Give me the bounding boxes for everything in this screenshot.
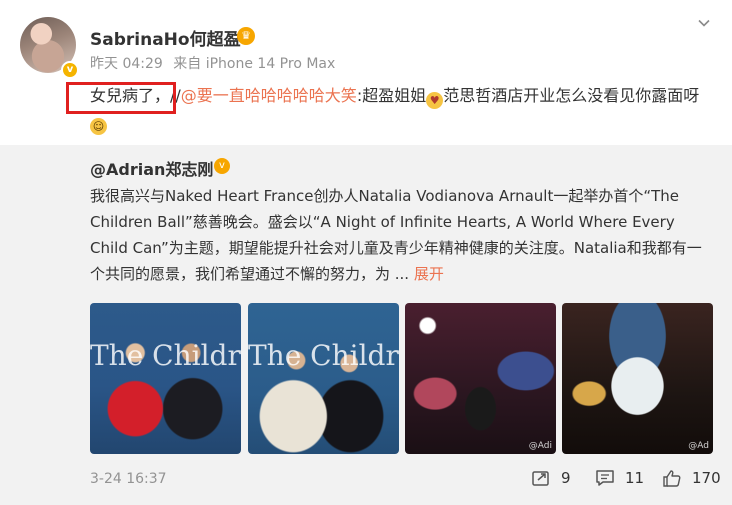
repost-photo-4[interactable]: @Ad bbox=[562, 303, 713, 454]
comment-count: 11 bbox=[625, 469, 645, 487]
photo-watermark: @Adi bbox=[528, 441, 552, 451]
chevron-down-icon[interactable] bbox=[697, 16, 711, 30]
grin-emoji-icon: ☺ bbox=[90, 118, 107, 135]
post-author[interactable]: SabrinaHo何超盈 bbox=[90, 25, 241, 50]
expand-link[interactable]: 展开 bbox=[414, 265, 444, 283]
post-time[interactable]: 昨天 04:29 bbox=[90, 56, 163, 72]
like-button[interactable]: 170 bbox=[662, 467, 721, 489]
repost-icon bbox=[532, 471, 549, 486]
like-icon bbox=[663, 470, 681, 487]
photo-watermark: @Ad bbox=[688, 441, 709, 451]
repost-button[interactable]: 9 bbox=[531, 467, 571, 489]
kiss-emoji-icon: ♥ bbox=[426, 92, 444, 109]
mention-link[interactable]: @要一直哈哈哈哈哈大笑 bbox=[181, 86, 357, 105]
post-text: 女兒病了，//@要一直哈哈哈哈哈大笑:超盈姐姐 ♥ 范思哲酒店开业怎么没看见你露面呀… bbox=[90, 83, 710, 135]
comment-button[interactable]: 11 bbox=[595, 467, 644, 489]
repost-time[interactable]: 3-24 16:37 bbox=[90, 471, 167, 487]
post-text-after-mention: :超盈姐姐 bbox=[356, 86, 427, 105]
verified-badge-icon: v bbox=[214, 158, 230, 174]
repost-photo-3[interactable]: @Adi bbox=[405, 303, 556, 454]
repost-text: 我很高兴与Naked Heart France创办人Natalia Vodian… bbox=[90, 183, 712, 287]
comment-icon bbox=[596, 470, 614, 486]
post-meta: 昨天 04:29 来自 iPhone 14 Pro Max bbox=[90, 53, 341, 73]
photo-overlay-text: The Children bbox=[248, 339, 399, 372]
member-badge-icon[interactable]: ♛ bbox=[237, 27, 255, 45]
repost-photo-2[interactable]: The Children bbox=[248, 303, 399, 454]
like-count: 170 bbox=[692, 469, 721, 487]
repost-photo-1[interactable]: The Children bbox=[90, 303, 241, 454]
verified-badge-icon: v bbox=[61, 61, 79, 79]
post-text-tail: 范思哲酒店开业怎么没看见你露面呀 bbox=[443, 86, 700, 105]
repost-body: 我很高兴与Naked Heart France创办人Natalia Vodian… bbox=[90, 187, 702, 283]
highlight-annotation bbox=[66, 82, 176, 114]
repost-author[interactable]: @Adrian郑志刚 bbox=[90, 156, 213, 180]
photo-overlay-text: The Children bbox=[90, 339, 241, 372]
post-source: 来自 iPhone 14 Pro Max bbox=[173, 56, 336, 72]
repost-count: 9 bbox=[561, 469, 571, 487]
